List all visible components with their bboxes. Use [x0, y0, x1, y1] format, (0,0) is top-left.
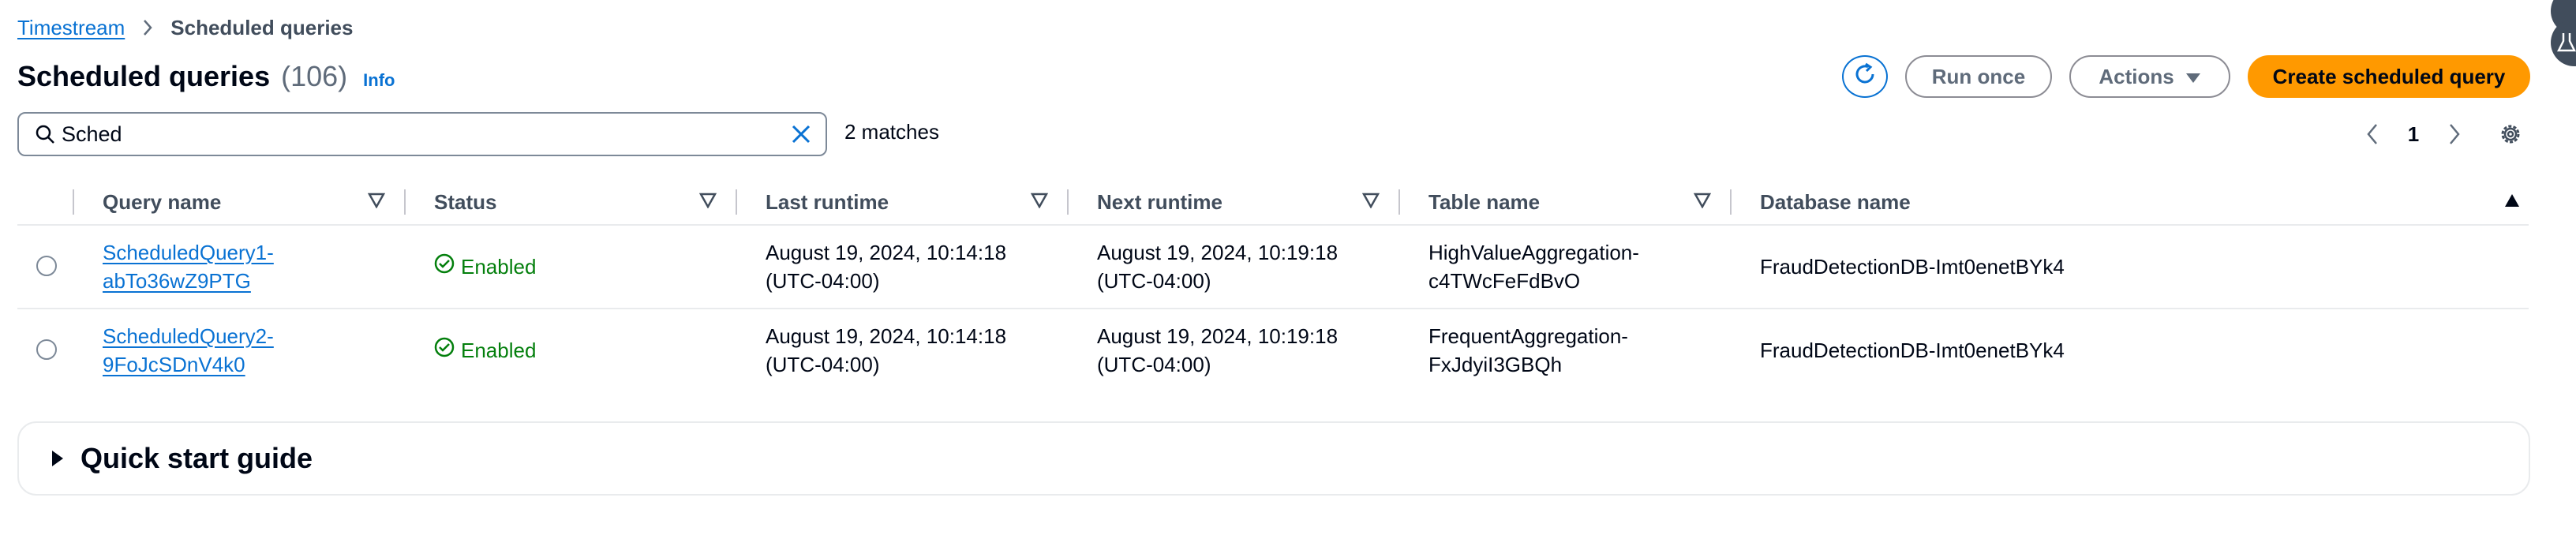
table-name-cell: HighValueAggregation-c4TWcFeFdBvO: [1428, 241, 1639, 293]
column-separator: [736, 189, 737, 215]
gear-icon[interactable]: [2497, 117, 2524, 152]
filter-triangle-icon[interactable]: [1693, 193, 1712, 212]
scheduled-queries-table: Query name Status Last runtime Next runt…: [17, 180, 2529, 391]
caret-down-icon: [2185, 65, 2201, 89]
column-header-query-name[interactable]: Query name: [103, 180, 221, 224]
database-name-cell: FraudDetectionDB-Imt0enetBYk4: [1760, 255, 2065, 279]
column-separator: [73, 189, 74, 215]
filter-triangle-icon[interactable]: [1030, 193, 1049, 212]
next-runtime-cell: August 19, 2024, 10:19:18 (UTC-04:00): [1097, 324, 1339, 376]
search-input[interactable]: [55, 122, 791, 147]
check-circle-icon: [434, 253, 455, 281]
table-name-cell: FrequentAggregation- FxJdyiI3GBQh: [1428, 324, 1628, 376]
filter-triangle-icon[interactable]: [1361, 193, 1380, 212]
page-title: Scheduled queries: [17, 60, 271, 92]
row-select-radio[interactable]: [36, 256, 57, 276]
run-once-button[interactable]: Run once: [1905, 55, 2052, 98]
column-header-table-name[interactable]: Table name: [1428, 180, 1540, 224]
page-number[interactable]: 1: [2399, 117, 2428, 152]
query-name-link[interactable]: ScheduledQuery1- abTo36wZ9PTG: [103, 238, 274, 295]
database-name-cell: FraudDetectionDB-Imt0enetBYk4: [1760, 339, 2065, 362]
chevron-left-icon[interactable]: [2363, 117, 2382, 152]
caret-right-icon: [51, 449, 65, 468]
filter-triangle-icon[interactable]: [367, 193, 386, 212]
table-header: Query name Status Last runtime Next runt…: [17, 180, 2529, 226]
beaker-icon: [2556, 32, 2576, 58]
table-row: ScheduledQuery1- abTo36wZ9PTG Enabled Aug…: [17, 226, 2529, 309]
breadcrumb-link-timestream[interactable]: Timestream: [17, 16, 125, 40]
refresh-button[interactable]: [1842, 55, 1888, 98]
search-icon: [35, 124, 55, 144]
column-header-next-runtime[interactable]: Next runtime: [1097, 180, 1222, 224]
run-once-label: Run once: [1931, 64, 2026, 88]
quick-start-guide-panel[interactable]: Quick start guide: [17, 421, 2530, 496]
next-runtime-cell: August 19, 2024, 10:19:18 (UTC-04:00): [1097, 241, 1339, 293]
chevron-right-icon: [142, 19, 153, 36]
status-cell: Enabled: [434, 309, 536, 391]
last-runtime-cell: August 19, 2024, 10:14:18 (UTC-04:00): [766, 324, 1007, 376]
sort-ascending-icon[interactable]: [2503, 193, 2521, 212]
create-label: Create scheduled query: [2272, 64, 2506, 88]
column-separator: [1398, 189, 1400, 215]
column-separator: [1067, 189, 1069, 215]
page-header: Scheduled queries (106) Info: [17, 60, 395, 95]
info-link[interactable]: Info: [363, 70, 395, 91]
quick-start-guide-title: Quick start guide: [80, 442, 313, 474]
refresh-icon: [1852, 61, 1878, 93]
row-select-radio[interactable]: [36, 339, 57, 360]
status-badge: Enabled: [434, 336, 536, 365]
query-name-cell: ScheduledQuery2- 9FoJcSDnV4k0: [103, 309, 274, 391]
status-cell: Enabled: [434, 226, 536, 308]
filter-triangle-icon[interactable]: [698, 193, 717, 212]
table-row: ScheduledQuery2- 9FoJcSDnV4k0 Enabled Aug…: [17, 309, 2529, 391]
search-match-count: 2 matches: [844, 120, 939, 144]
column-separator: [404, 189, 406, 215]
last-runtime-cell: August 19, 2024, 10:14:18 (UTC-04:00): [766, 241, 1007, 293]
corner-button-beaker[interactable]: [2551, 19, 2576, 66]
column-header-database-name[interactable]: Database name: [1760, 180, 1911, 224]
breadcrumb-current: Scheduled queries: [170, 15, 354, 39]
query-count: (106): [281, 60, 348, 92]
check-circle-icon: [434, 336, 455, 365]
query-name-link[interactable]: ScheduledQuery2- 9FoJcSDnV4k0: [103, 322, 274, 379]
column-header-last-runtime[interactable]: Last runtime: [766, 180, 889, 224]
status-badge: Enabled: [434, 253, 536, 281]
column-header-status[interactable]: Status: [434, 180, 496, 224]
close-icon[interactable]: [791, 124, 811, 144]
create-scheduled-query-button[interactable]: Create scheduled query: [2248, 55, 2530, 98]
actions-dropdown-button[interactable]: Actions: [2069, 55, 2230, 98]
breadcrumb: Timestream Scheduled queries: [17, 16, 353, 39]
search-field[interactable]: [17, 112, 827, 156]
chevron-right-icon[interactable]: [2445, 117, 2464, 152]
query-name-cell: ScheduledQuery1- abTo36wZ9PTG: [103, 226, 274, 308]
column-separator: [1730, 189, 1732, 215]
actions-label: Actions: [2099, 64, 2174, 88]
